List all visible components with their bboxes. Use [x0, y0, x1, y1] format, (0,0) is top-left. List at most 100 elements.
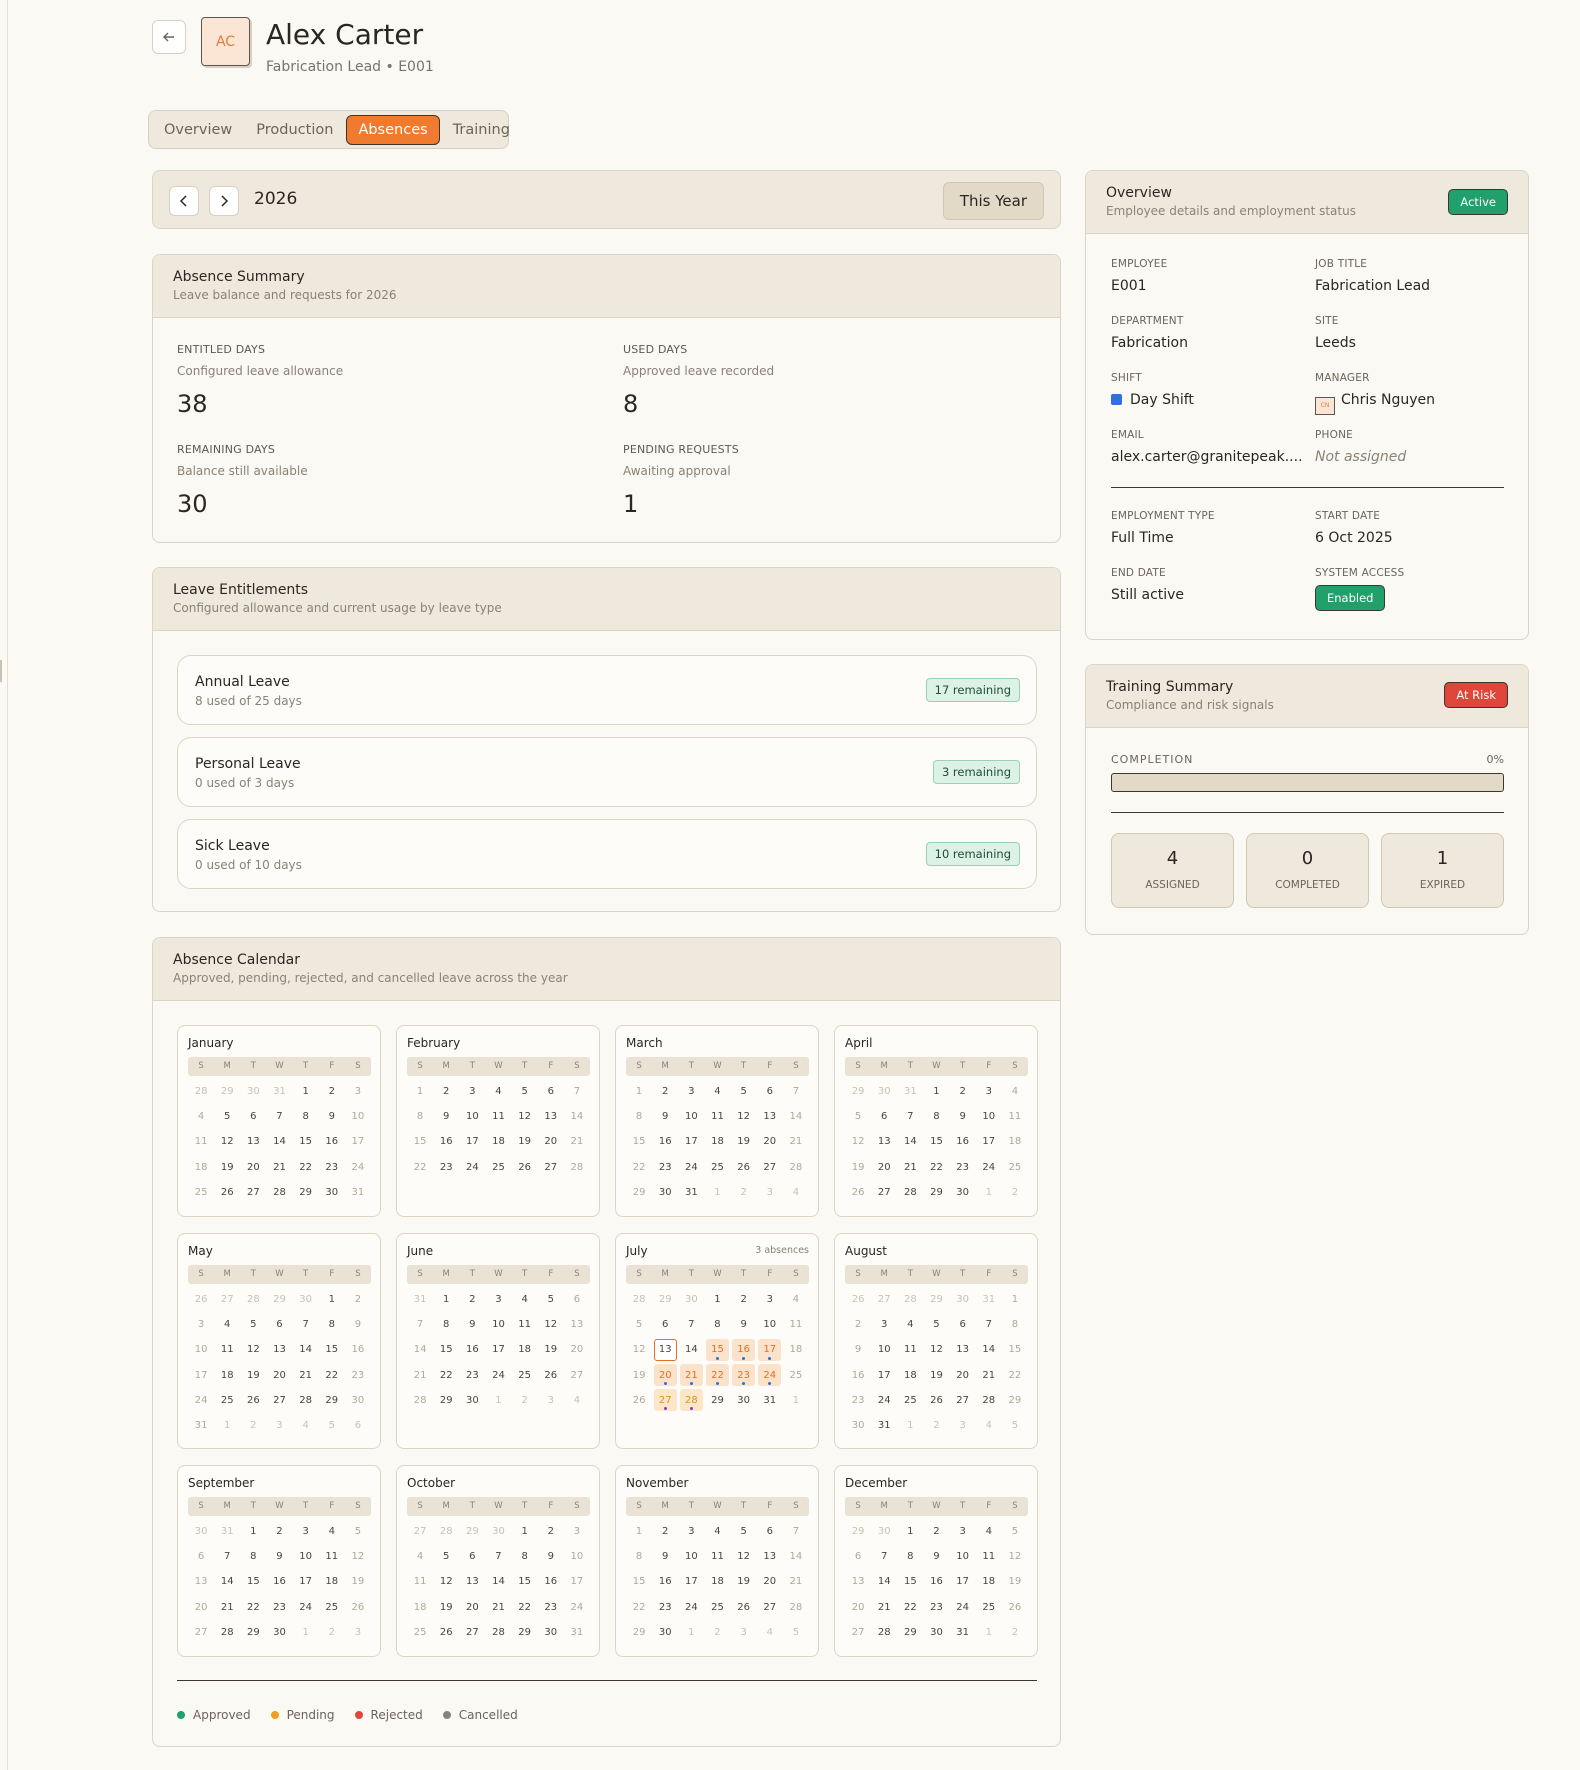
- calendar-day[interactable]: 20: [951, 1364, 974, 1386]
- calendar-day[interactable]: 24: [487, 1364, 510, 1386]
- calendar-day[interactable]: 29: [320, 1389, 343, 1411]
- calendar-day[interactable]: 26: [925, 1389, 948, 1411]
- calendar-day[interactable]: 28: [409, 1389, 432, 1411]
- calendar-day[interactable]: 27: [268, 1389, 291, 1411]
- calendar-day[interactable]: 13: [653, 1338, 677, 1362]
- calendar-day[interactable]: 1: [242, 1521, 265, 1543]
- calendar-day[interactable]: 11: [977, 1546, 1000, 1568]
- calendar-day[interactable]: 18: [409, 1596, 432, 1618]
- calendar-day[interactable]: 12: [539, 1314, 562, 1336]
- calendar-day[interactable]: 25: [487, 1156, 510, 1178]
- calendar-day[interactable]: 29: [1003, 1389, 1026, 1411]
- calendar-day[interactable]: 19: [925, 1364, 948, 1386]
- calendar-day[interactable]: 12: [628, 1339, 651, 1361]
- calendar-day[interactable]: 21: [294, 1364, 317, 1386]
- calendar-day[interactable]: 18: [899, 1364, 922, 1386]
- calendar-day[interactable]: 2: [925, 1521, 948, 1543]
- calendar-day[interactable]: 27: [190, 1621, 213, 1643]
- calendar-day[interactable]: 13: [758, 1106, 781, 1128]
- calendar-day[interactable]: 17: [977, 1131, 1000, 1153]
- calendar-day[interactable]: 3: [346, 1081, 369, 1103]
- calendar-day[interactable]: 21: [899, 1156, 922, 1178]
- calendar-day[interactable]: 12: [513, 1106, 536, 1128]
- calendar-day[interactable]: 28: [977, 1389, 1000, 1411]
- calendar-day[interactable]: 14: [784, 1546, 807, 1568]
- calendar-day[interactable]: 29: [435, 1389, 458, 1411]
- calendar-day[interactable]: 19: [435, 1596, 458, 1618]
- calendar-day[interactable]: 28: [784, 1156, 807, 1178]
- calendar-day[interactable]: 19: [1003, 1571, 1026, 1593]
- calendar-day[interactable]: 5: [346, 1521, 369, 1543]
- calendar-day[interactable]: 21: [977, 1364, 1000, 1386]
- calendar-day[interactable]: 21: [268, 1156, 291, 1178]
- calendar-day[interactable]: 7: [409, 1314, 432, 1336]
- calendar-day[interactable]: 6: [654, 1314, 677, 1336]
- calendar-day[interactable]: 31: [873, 1414, 896, 1436]
- calendar-day[interactable]: 25: [706, 1156, 729, 1178]
- calendar-day[interactable]: 28: [873, 1621, 896, 1643]
- calendar-day[interactable]: 8: [513, 1546, 536, 1568]
- calendar-day[interactable]: 8: [899, 1546, 922, 1568]
- calendar-day[interactable]: 11: [409, 1571, 432, 1593]
- calendar-day[interactable]: 9: [435, 1106, 458, 1128]
- calendar-day[interactable]: 2: [346, 1289, 369, 1311]
- calendar-day[interactable]: 12: [925, 1339, 948, 1361]
- calendar-day[interactable]: 11: [706, 1106, 729, 1128]
- calendar-day[interactable]: 24: [565, 1596, 588, 1618]
- calendar-day[interactable]: 20: [242, 1156, 265, 1178]
- calendar-day[interactable]: 14: [268, 1131, 291, 1153]
- calendar-day[interactable]: 16: [346, 1339, 369, 1361]
- calendar-day[interactable]: 15: [628, 1131, 651, 1153]
- calendar-day[interactable]: 9: [539, 1546, 562, 1568]
- calendar-day[interactable]: 16: [847, 1364, 870, 1386]
- calendar-day[interactable]: 25: [190, 1181, 213, 1203]
- calendar-day[interactable]: 26: [242, 1389, 265, 1411]
- calendar-day[interactable]: 4: [706, 1521, 729, 1543]
- calendar-day[interactable]: 13: [758, 1546, 781, 1568]
- calendar-day[interactable]: 6: [565, 1289, 588, 1311]
- calendar-day[interactable]: 14: [873, 1571, 896, 1593]
- calendar-day[interactable]: 17: [461, 1131, 484, 1153]
- calendar-day[interactable]: 12: [346, 1546, 369, 1568]
- calendar-day[interactable]: 25: [784, 1364, 807, 1386]
- calendar-day[interactable]: 22: [705, 1364, 730, 1387]
- calendar-day[interactable]: 20: [268, 1364, 291, 1386]
- calendar-day[interactable]: 11: [513, 1314, 536, 1336]
- calendar-day[interactable]: 28: [268, 1181, 291, 1203]
- calendar-day[interactable]: 20: [758, 1131, 781, 1153]
- calendar-day[interactable]: 14: [899, 1131, 922, 1153]
- calendar-day[interactable]: 21: [679, 1364, 703, 1387]
- calendar-day[interactable]: 10: [190, 1339, 213, 1361]
- calendar-day[interactable]: 23: [925, 1596, 948, 1618]
- calendar-day[interactable]: 6: [461, 1546, 484, 1568]
- calendar-day[interactable]: 31: [346, 1181, 369, 1203]
- calendar-day[interactable]: 19: [216, 1156, 239, 1178]
- calendar-day[interactable]: 14: [409, 1339, 432, 1361]
- calendar-day[interactable]: 8: [320, 1314, 343, 1336]
- calendar-day[interactable]: 15: [705, 1338, 730, 1362]
- calendar-day[interactable]: 22: [628, 1596, 651, 1618]
- calendar-day[interactable]: 1: [706, 1289, 729, 1311]
- calendar-day[interactable]: 30: [925, 1621, 948, 1643]
- calendar-day[interactable]: 19: [732, 1131, 755, 1153]
- calendar-day[interactable]: 26: [435, 1621, 458, 1643]
- calendar-day[interactable]: 29: [925, 1181, 948, 1203]
- calendar-day[interactable]: 26: [732, 1596, 755, 1618]
- calendar-day[interactable]: 23: [732, 1364, 756, 1387]
- calendar-day[interactable]: 7: [268, 1106, 291, 1128]
- calendar-day[interactable]: 9: [346, 1314, 369, 1336]
- calendar-day[interactable]: 13: [565, 1314, 588, 1336]
- calendar-day[interactable]: 25: [320, 1596, 343, 1618]
- calendar-day[interactable]: 20: [847, 1596, 870, 1618]
- calendar-day[interactable]: 14: [294, 1339, 317, 1361]
- calendar-day[interactable]: 19: [346, 1571, 369, 1593]
- calendar-day[interactable]: 24: [680, 1596, 703, 1618]
- calendar-day[interactable]: 14: [487, 1571, 510, 1593]
- scroll-handle[interactable]: [0, 660, 2, 682]
- calendar-day[interactable]: 25: [706, 1596, 729, 1618]
- calendar-day[interactable]: 30: [539, 1621, 562, 1643]
- calendar-day[interactable]: 15: [435, 1339, 458, 1361]
- calendar-day[interactable]: 9: [951, 1106, 974, 1128]
- calendar-day[interactable]: 29: [706, 1389, 729, 1411]
- calendar-day[interactable]: 5: [216, 1106, 239, 1128]
